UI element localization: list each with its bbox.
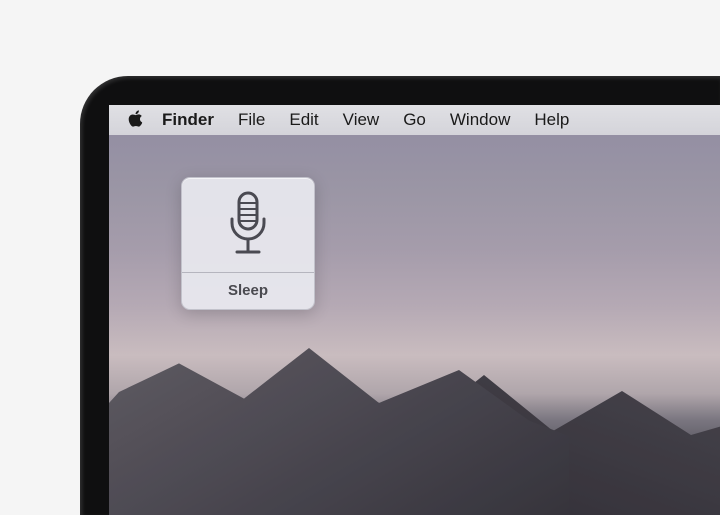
menubar-item-edit[interactable]: Edit	[277, 105, 330, 135]
wallpaper-mountain	[109, 315, 569, 515]
apple-logo-icon[interactable]	[127, 110, 144, 130]
menubar-item-window[interactable]: Window	[438, 105, 522, 135]
menubar-item-view[interactable]: View	[331, 105, 392, 135]
desktop-wallpaper: Sleep	[109, 135, 720, 515]
voice-control-panel[interactable]: Sleep	[181, 177, 315, 310]
voice-command-label: Sleep	[182, 273, 314, 309]
screen: Finder File Edit View Go Window Help	[109, 105, 720, 515]
menubar: Finder File Edit View Go Window Help	[109, 105, 720, 135]
menubar-item-file[interactable]: File	[226, 105, 277, 135]
menubar-item-go[interactable]: Go	[391, 105, 438, 135]
laptop-bezel: Finder File Edit View Go Window Help	[80, 76, 720, 515]
menubar-app-name[interactable]: Finder	[150, 105, 226, 135]
microphone-icon	[182, 178, 314, 272]
menubar-item-help[interactable]: Help	[522, 105, 581, 135]
